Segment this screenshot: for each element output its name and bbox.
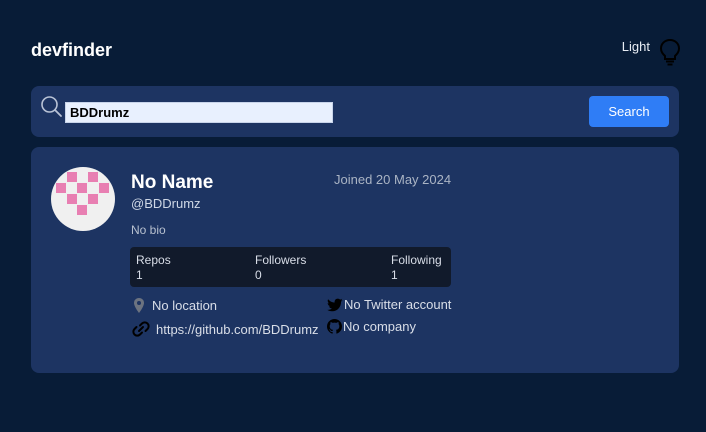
profile-name: No Name — [131, 172, 214, 193]
theme-toggle[interactable]: Light — [622, 38, 681, 66]
stat-following-label: Following — [391, 253, 442, 267]
join-date: Joined 20 May 2024 — [334, 172, 452, 187]
profile-login: @BDDrumz — [131, 196, 201, 211]
location-item: No location — [133, 297, 217, 314]
search-bar: Search — [31, 86, 679, 137]
link-icon — [132, 321, 150, 337]
lightbulb-icon[interactable] — [659, 38, 681, 66]
profile-card: No Name @BDDrumz Joined 20 May 2024 No b… — [31, 147, 679, 373]
location-pin-icon — [134, 298, 144, 313]
app-logo: devfinder — [31, 40, 113, 60]
stats-panel: Repos 1 Followers 0 Following 1 — [130, 247, 451, 287]
theme-toggle-label: Light — [621, 39, 650, 54]
stat-following-value: 1 — [391, 268, 398, 282]
stat-repos: Repos 1 — [136, 253, 171, 282]
search-icon — [40, 95, 64, 124]
stat-followers-label: Followers — [255, 253, 307, 267]
company-item: No company — [327, 319, 416, 334]
stat-repos-label: Repos — [136, 253, 171, 267]
search-input[interactable] — [65, 102, 333, 123]
website-item[interactable]: https://github.com/BDDrumz — [131, 321, 319, 337]
avatar — [51, 167, 115, 231]
stat-repos-value: 1 — [136, 268, 143, 282]
stat-following: Following 1 — [391, 253, 442, 282]
website-link[interactable]: https://github.com/BDDrumz — [156, 322, 319, 337]
profile-bio: No bio — [131, 223, 166, 237]
location-text: No location — [152, 298, 218, 313]
twitter-text: No Twitter account — [344, 297, 452, 312]
stat-followers: Followers 0 — [255, 253, 306, 282]
header: devfinder Light — [31, 38, 681, 68]
github-icon — [327, 319, 342, 334]
twitter-icon — [327, 298, 343, 311]
company-text: No company — [343, 319, 416, 334]
search-button[interactable]: Search — [589, 96, 669, 127]
stat-followers-value: 0 — [255, 268, 262, 282]
twitter-item: No Twitter account — [327, 297, 451, 312]
